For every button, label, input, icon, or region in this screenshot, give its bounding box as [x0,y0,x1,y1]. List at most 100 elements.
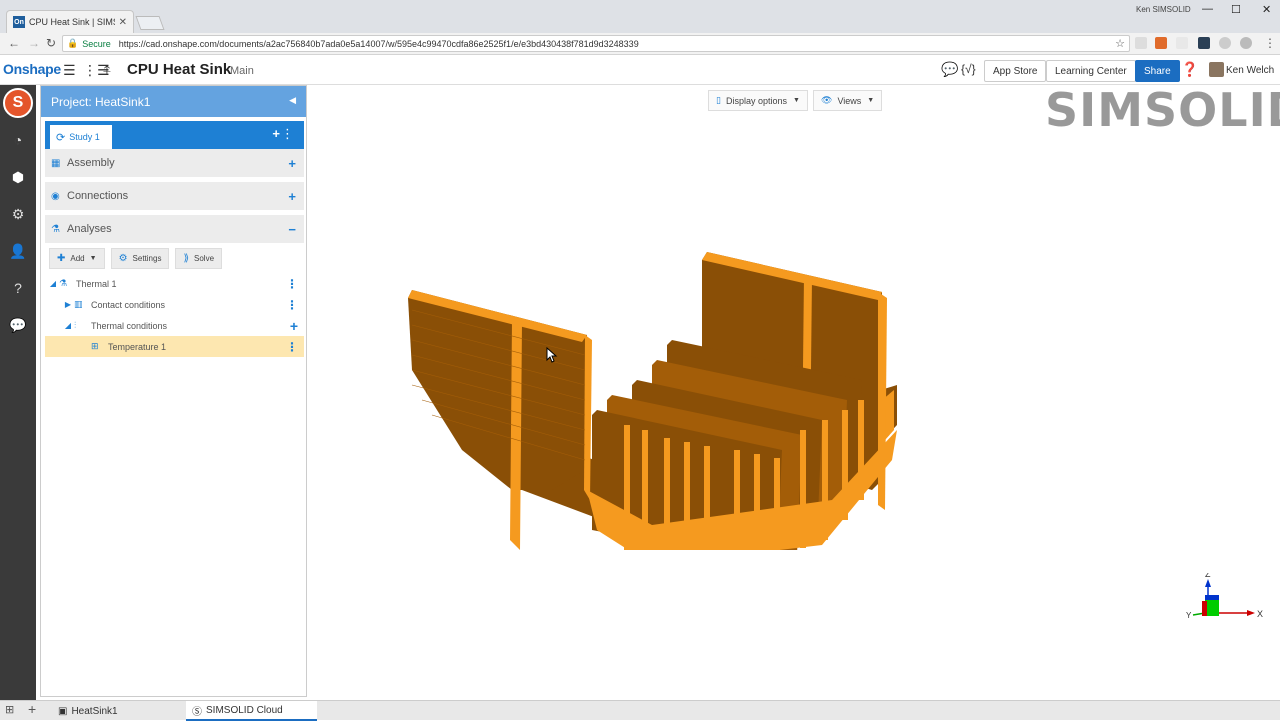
browser-tab[interactable]: On CPU Heat Sink | SIMSOLID ✕ [6,10,134,33]
tab-manager-icon[interactable]: ⊞ [5,703,14,716]
left-rail: S ◔ ⬢ ⚙ 👤 ? 💬 [0,85,36,700]
tree-row-contact-conditions[interactable]: ▶ ▥ Contact conditions ⋮ [45,294,304,315]
assembly-tab-icon: ▣ [58,705,68,717]
connections-section[interactable]: ◉ Connections + [45,182,304,210]
share-button[interactable]: Share [1135,60,1180,82]
study-bar: ⟳ Study 1 + ⋮ [45,121,304,149]
solve-label: Solve [194,254,215,263]
graphics-viewport[interactable]: ▯ Display options ▼ 👁 Views ▼ SIMSOLID Z… [307,83,1280,700]
window-close-icon[interactable]: ✕ [1262,3,1271,16]
back-icon[interactable]: ← [8,36,20,50]
thermal-1-label: Thermal 1 [76,278,117,289]
tab-heatsink1[interactable]: ▣ HeatSink1 [52,701,184,721]
insert-icon[interactable]: ⍏ [103,62,111,79]
eye-icon: 👁 [821,95,833,105]
add-condition-icon[interactable]: + [290,318,298,334]
comment-icon[interactable]: 💬 [941,61,958,78]
tree-row-thermal-1[interactable]: ◢ ⚗ Thermal 1 ⋮ [45,273,304,294]
maximize-icon[interactable]: ☐ [1231,3,1241,16]
tab-heatsink1-label: HeatSink1 [71,705,118,717]
views-button[interactable]: 👁 Views ▼ [813,90,883,111]
add-study-icon[interactable]: + [272,126,280,141]
model-cube-icon[interactable]: ⬢ [8,167,28,187]
views-label: Views [837,95,862,106]
settings-button[interactable]: ⚙ Settings [110,248,170,269]
forward-icon[interactable]: → [28,36,40,50]
menu-icon[interactable]: ☰ [63,62,76,79]
analysis-actions: ✚ Add ▼ ⚙ Settings ⟫ Solve [49,248,223,270]
insert-new-tab-icon[interactable]: + [28,701,36,717]
address-bar: ← → ↻ 🔒 Secure https://cad.onshape.com/d… [0,33,1280,55]
tree-row-thermal-conditions[interactable]: ◢ ⫶ Thermal conditions + [45,315,304,336]
study-icon: ⟳ [56,131,66,144]
simsolid-logo-icon[interactable]: S [3,88,33,118]
browser-menu-icon[interactable]: ⋮ [1264,36,1276,50]
variables-icon[interactable]: {√} [961,62,976,76]
app-store-button[interactable]: App Store [984,60,1047,82]
help-question-icon[interactable]: ? [8,278,28,298]
user-name[interactable]: Ken Welch [1226,65,1274,76]
document-title[interactable]: CPU Heat Sink [127,61,231,78]
study-menu-icon[interactable]: ⋮ [281,126,294,142]
expand-plus-icon[interactable]: + [288,156,296,171]
url-field[interactable]: 🔒 Secure https://cad.onshape.com/documen… [62,35,1130,52]
tab-study-1[interactable]: ⟳ Study 1 [50,125,112,149]
collapse-panel-icon[interactable]: ◀ [289,95,296,106]
branch-label[interactable]: Main [230,65,254,77]
expand-arrow-icon[interactable]: ◢ [47,279,59,288]
extension-icon[interactable] [1155,37,1167,49]
tab-simsolid-cloud-label: SIMSOLID Cloud [206,704,283,716]
mouse-cursor-icon [546,347,558,363]
minimize-icon[interactable]: — [1202,3,1213,15]
reload-icon[interactable]: ↻ [46,36,56,50]
axis-triad: Z X Y [1186,573,1263,620]
temperature-icon: ⊞ [91,341,99,351]
lock-icon: 🔒 [67,38,79,48]
expand-plus-icon[interactable]: + [288,189,296,204]
extension-icon[interactable] [1198,37,1210,49]
assembly-section[interactable]: ▦ Assembly + [45,149,304,177]
tree-row-temperature-1[interactable]: ⊞ Temperature 1 ⋮ [45,336,304,357]
user-icon[interactable]: 👤 [8,241,28,261]
heat-sink-model[interactable] [402,170,912,550]
tab-simsolid-cloud[interactable]: Ⓢ SIMSOLID Cloud [186,701,317,721]
display-options-button[interactable]: ▯ Display options ▼ [708,90,808,111]
tab-close-icon[interactable]: ✕ [119,17,127,28]
avatar[interactable] [1209,62,1224,77]
thermal-conditions-icon: ⫶ [74,320,77,330]
analyses-label: Analyses [67,223,112,235]
collapsed-arrow-icon[interactable]: ▶ [62,300,74,309]
simsolid-watermark: SIMSOLID [1045,83,1280,137]
gear-icon[interactable]: ⚙ [8,204,28,224]
study-tab-label: Study 1 [69,132,100,142]
assembly-label: Assembly [67,157,115,169]
extension-icon[interactable] [1176,37,1188,49]
new-tab-button[interactable] [135,16,165,30]
solve-button[interactable]: ⟫ Solve [175,248,223,269]
extension-icon[interactable] [1240,37,1252,49]
analyses-icon: ⚗ [51,223,60,235]
collapse-minus-icon[interactable]: − [288,222,296,237]
add-button[interactable]: ✚ Add ▼ [49,248,105,269]
window-user-label[interactable]: Ken SIMSOLID [1136,5,1191,14]
expand-arrow-icon[interactable]: ◢ [62,321,74,330]
project-title: Project: HeatSink1 [51,94,151,109]
analyses-section[interactable]: ⚗ Analyses − [45,215,304,243]
dashboard-icon[interactable]: ◔ [8,130,28,150]
row-menu-icon[interactable]: ⋮ [286,298,298,312]
gear-icon: ⚙ [118,253,128,264]
axis-z-label: Z [1205,573,1211,579]
help-icon[interactable]: ❓ [1181,61,1198,78]
bottom-tab-bar: ⊞ + ▣ HeatSink1 Ⓢ SIMSOLID Cloud [0,700,1280,721]
row-menu-icon[interactable]: ⋮ [286,277,298,291]
extension-icon[interactable] [1219,37,1231,49]
onshape-logo[interactable]: Onshape [3,61,61,77]
extension-icon[interactable] [1135,37,1147,49]
learning-center-button[interactable]: Learning Center [1046,60,1136,82]
row-menu-icon[interactable]: ⋮ [286,340,298,354]
add-label: Add [70,254,85,263]
bookmark-star-icon[interactable]: ☆ [1115,37,1125,50]
chevron-down-icon: ▼ [792,97,800,104]
chat-icon[interactable]: 💬 [8,315,28,335]
onshape-toolbar: Onshape ☰ ⋮☰ ⍏ CPU Heat Sink Main 💬 {√} … [0,56,1280,85]
